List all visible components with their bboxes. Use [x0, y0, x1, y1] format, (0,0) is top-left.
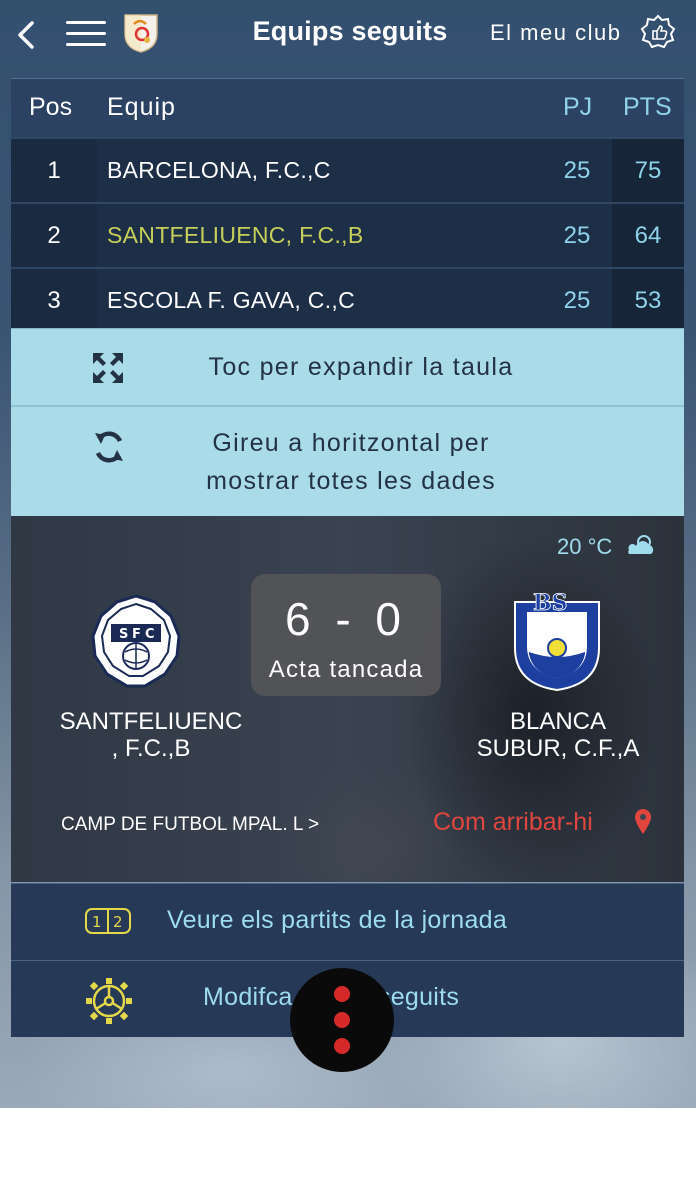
row-pts: 64: [612, 204, 684, 267]
hamburger-menu-icon[interactable]: [66, 16, 106, 48]
col-header-team: Equip: [107, 93, 176, 121]
round-matches-label: Veure els partits de la jornada: [167, 906, 508, 934]
home-team-badge: S F C: [91, 594, 181, 688]
my-club-link[interactable]: El meu club: [490, 20, 621, 46]
expand-table-label: Toc per expandir la taula: [208, 353, 514, 381]
settings-gear-icon: [86, 978, 132, 1024]
svg-text:C: C: [145, 627, 155, 642]
rotate-hint-line2: mostrar totes les dades: [206, 467, 496, 495]
table-header: Pos Equip PJ PTS: [11, 78, 684, 137]
table-row[interactable]: 2 SANTFELIUENC, F.C.,B 25 64: [11, 202, 684, 267]
directions-link[interactable]: Com arribar-hi: [433, 808, 593, 837]
more-dot: [334, 986, 350, 1002]
home-team-name-line1: SANTFELIUENC: [59, 708, 243, 735]
score: 6 - 0: [284, 593, 408, 645]
row-pj: 25: [563, 157, 591, 184]
away-team-name-line2: SUBUR, C.F.,A: [476, 735, 640, 762]
rotate-refresh-icon: [95, 431, 123, 463]
row-pts: 53: [612, 269, 684, 332]
svg-text:BS: BS: [533, 590, 567, 616]
row-pj: 25: [563, 287, 591, 314]
away-team-name-line1: BLANCA: [509, 708, 607, 735]
expand-table-button[interactable]: Toc per expandir la taula: [11, 328, 684, 405]
row-team-followed: SANTFELIUENC, F.C.,B: [107, 222, 364, 248]
row-position: 1: [11, 139, 97, 202]
partly-cloudy-icon: [628, 535, 654, 554]
svg-text:F: F: [132, 627, 141, 642]
row-pts: 75: [612, 139, 684, 202]
rotate-hint-line1: Gireu a horitzontal per: [212, 429, 490, 457]
away-team-badge: BS: [514, 590, 600, 692]
match-card[interactable]: 20 °C S F C 6 - 0 Acta tancada BS SANTFE…: [11, 516, 684, 882]
round-matches-button[interactable]: 1 2 Veure els partits de la jornada: [11, 883, 684, 960]
venue-link[interactable]: CAMP DE FUTBOL MPAL. L >: [61, 814, 319, 836]
table-row[interactable]: 3 ESCOLA F. GAVA, C.,C 25 53: [11, 267, 684, 332]
more-dot: [334, 1038, 350, 1054]
col-header-pos: Pos: [29, 93, 73, 121]
row-pj: 25: [563, 222, 591, 249]
col-header-pts: PTS: [623, 93, 672, 121]
score-box: 6 - 0 Acta tancada: [251, 574, 441, 696]
match-status: Acta tancada: [268, 656, 424, 683]
col-header-pj: PJ: [563, 93, 593, 121]
federation-logo: [124, 14, 158, 53]
page-title: Equips seguits: [252, 16, 448, 46]
svg-text:1: 1: [92, 913, 102, 931]
round-numbers-icon: 1 2: [85, 908, 131, 934]
back-arrow-icon[interactable]: [12, 18, 42, 52]
svg-text:S: S: [119, 627, 128, 642]
table-row[interactable]: 1 BARCELONA, F.C.,C 25 75: [11, 137, 684, 202]
temperature: 20 °C: [557, 534, 613, 559]
standings-table: Pos Equip PJ PTS 1 BARCELONA, F.C.,C 25 …: [11, 78, 684, 332]
more-dot: [334, 1012, 350, 1028]
map-pin-icon[interactable]: [633, 808, 653, 836]
home-team-name-line2: , F.C.,B: [111, 735, 191, 762]
club-badge-gear-icon[interactable]: [640, 14, 676, 50]
row-position: 2: [11, 204, 97, 267]
row-team: ESCOLA F. GAVA, C.,C: [107, 287, 355, 313]
more-options-button[interactable]: [290, 968, 394, 1072]
home-team-name: SANTFELIUENC , F.C.,B: [31, 708, 271, 762]
expand-arrows-icon: [93, 353, 123, 383]
row-team: BARCELONA, F.C.,C: [107, 157, 331, 183]
svg-text:2: 2: [113, 913, 123, 931]
away-team-name: BLANCA SUBUR, C.F.,A: [451, 708, 665, 762]
top-bar: Equips seguits El meu club: [0, 0, 696, 70]
rotate-hint: Gireu a horitzontal per mostrar totes le…: [11, 405, 684, 517]
row-position: 3: [11, 269, 97, 332]
